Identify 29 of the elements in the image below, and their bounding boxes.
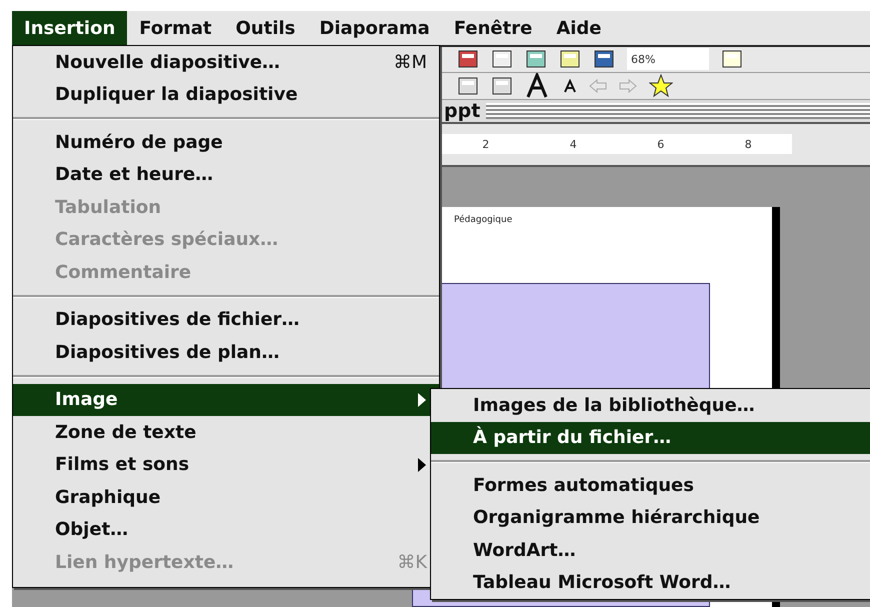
menu-item[interactable]: Date et heure… xyxy=(13,158,439,191)
submenu-arrow-icon xyxy=(417,456,427,473)
menu-item[interactable]: WordArt… xyxy=(431,534,870,566)
slide-text: Pédagogique xyxy=(453,214,514,225)
window-title: ppt xyxy=(444,100,480,122)
menu-item[interactable]: Diapositives de plan… xyxy=(13,336,439,368)
zoom-field[interactable]: 68% xyxy=(627,48,709,70)
menu-item[interactable]: Image xyxy=(13,384,439,416)
ruler-number: 8 xyxy=(744,138,752,151)
ruler-number: 6 xyxy=(657,138,664,151)
menu-title[interactable]: Format xyxy=(127,11,224,45)
menu-item[interactable]: Organigramme hiérarchique xyxy=(431,502,870,534)
menu-title[interactable]: Diaporama xyxy=(307,11,442,45)
menu-item[interactable]: Dupliquer la diapositive xyxy=(13,78,439,111)
menu-title[interactable]: Aide xyxy=(544,11,614,45)
menu-item[interactable]: Numéro de page xyxy=(13,126,439,158)
menu-item[interactable]: À partir du fichier… xyxy=(431,422,870,454)
submenu-arrow-icon xyxy=(417,392,427,408)
menu-item[interactable]: Diapositives de fichier… xyxy=(13,304,439,336)
ruler-number: 4 xyxy=(570,138,577,151)
menu-item[interactable]: Tableau Microsoft Word… xyxy=(431,566,870,599)
menu-item[interactable]: Formes automatiques xyxy=(431,469,870,502)
star-icon[interactable] xyxy=(649,74,673,98)
menu-title[interactable]: Outils xyxy=(224,11,308,45)
ruler-number: 2 xyxy=(482,138,490,151)
menu-title[interactable]: Insertion xyxy=(12,11,128,45)
font-size-icon[interactable] xyxy=(563,78,577,93)
menu-title[interactable]: Fenêtre xyxy=(442,11,544,45)
menu-item[interactable]: Nouvelle diapositive… ⌘M xyxy=(13,46,439,78)
